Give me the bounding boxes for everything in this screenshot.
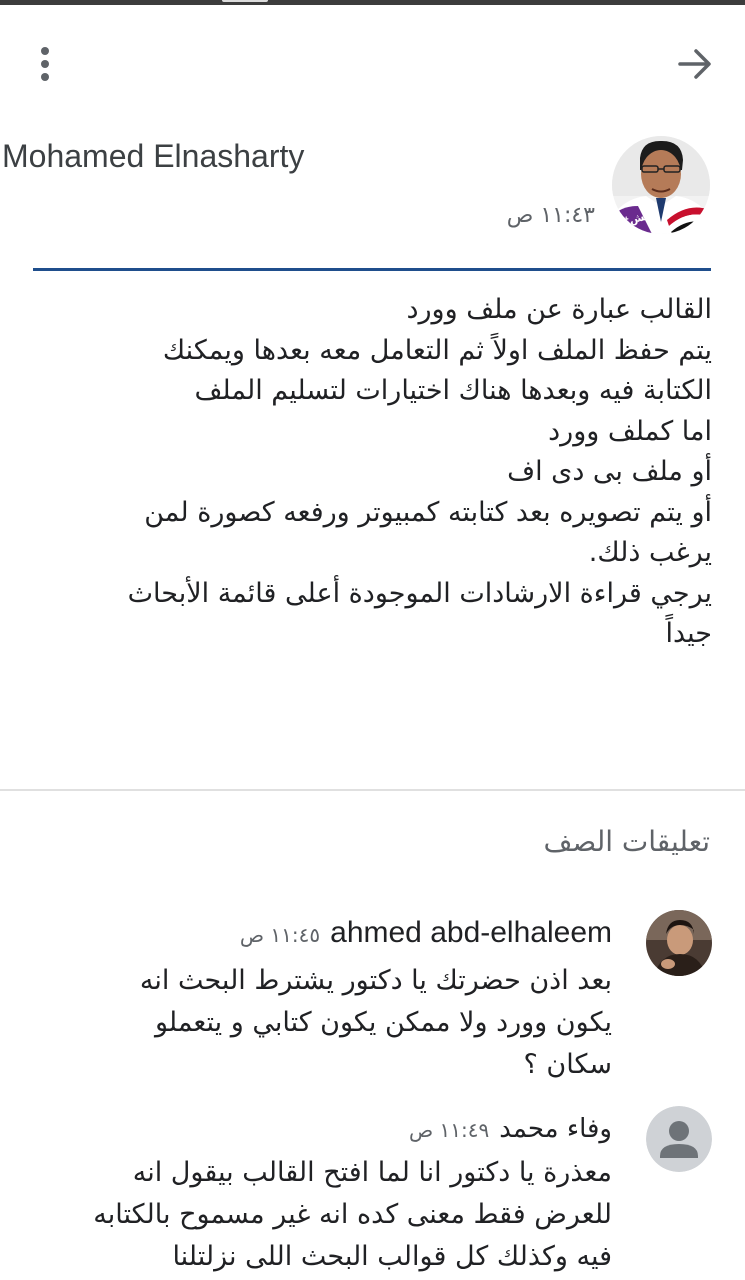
comment-text: معذرة يا دكتور انا لما افتح القالب بيقول… (52, 1152, 612, 1278)
more-options-button[interactable] (30, 44, 60, 84)
comment-header: وفاء محمد ١١:٤٩ ص (409, 1114, 612, 1144)
comment-timestamp: ١١:٤٥ ص (239, 923, 321, 947)
default-avatar-icon (646, 1106, 712, 1172)
post-line: يرغب ذلك. (588, 537, 712, 568)
post-line: اما كملف وورد (548, 415, 712, 447)
comment-line: يكون وورد ولا ممكن يكون كتابي و يتعملو (154, 1007, 612, 1038)
section-divider (0, 789, 745, 791)
post-body: القالب عبارة عن ملف وورد يتم حفظ الملف ا… (40, 290, 712, 655)
post-author-name: Mohamed Elnasharty (2, 138, 305, 174)
more-vert-icon (41, 47, 49, 55)
post-timestamp: ١١:٤٣ ص (506, 203, 595, 228)
comment-header: ahmed abd-elhaleem ١١:٤٥ ص (240, 916, 612, 950)
status-bar-handle (222, 0, 268, 2)
author-avatar[interactable]: #بلش (612, 136, 710, 234)
comment-author: وفاء محمد (499, 1114, 612, 1144)
comment-line: سكان ؟ (523, 1049, 612, 1080)
more-vert-icon-dot (41, 60, 49, 68)
more-vert-icon-dot (41, 73, 49, 81)
comment-timestamp: ١١:٤٩ ص (408, 1118, 490, 1142)
commenter-avatar[interactable] (646, 1106, 712, 1172)
comment-line: معذرة يا دكتور انا لما افتح القالب بيقول… (132, 1157, 612, 1188)
class-comments-heading: تعليقات الصف (543, 825, 710, 858)
post-line: يرجي قراءة الارشادات الموجودة أعلى قائمة… (127, 577, 712, 609)
comment-text: بعد اذن حضرتك يا دكتور يشترط البحث انه ي… (52, 960, 612, 1086)
post-line: الكتابة فيه وبعدها هناك اختيارات لتسليم … (194, 375, 712, 406)
post-divider (33, 268, 711, 271)
comment-line: فيه وكذلك كل قوالب البحث اللى نزلتلنا (172, 1241, 612, 1272)
post-line: يتم حفظ الملف اولاً ثم التعامل معه بعدها… (162, 334, 712, 366)
status-bar (0, 0, 745, 5)
post-line: القالب عبارة عن ملف وورد (406, 294, 712, 325)
post-line: أو يتم تصويره بعد كتابته كمبيوتر ورفعه ك… (144, 496, 712, 528)
arrow-forward-icon (678, 49, 711, 79)
post-line: أو ملف بى دى اف (507, 456, 712, 487)
commenter-avatar[interactable] (646, 910, 712, 976)
comment-line: للعرض فقط معنى كده انه غير مسموح بالكتاب… (93, 1199, 612, 1230)
back-button[interactable] (672, 42, 718, 86)
comment-author: ahmed abd-elhaleem (330, 916, 612, 949)
post-line: جيداً (665, 618, 712, 649)
commenter-photo (646, 910, 712, 976)
comment-line: بعد اذن حضرتك يا دكتور يشترط البحث انه (139, 965, 612, 996)
